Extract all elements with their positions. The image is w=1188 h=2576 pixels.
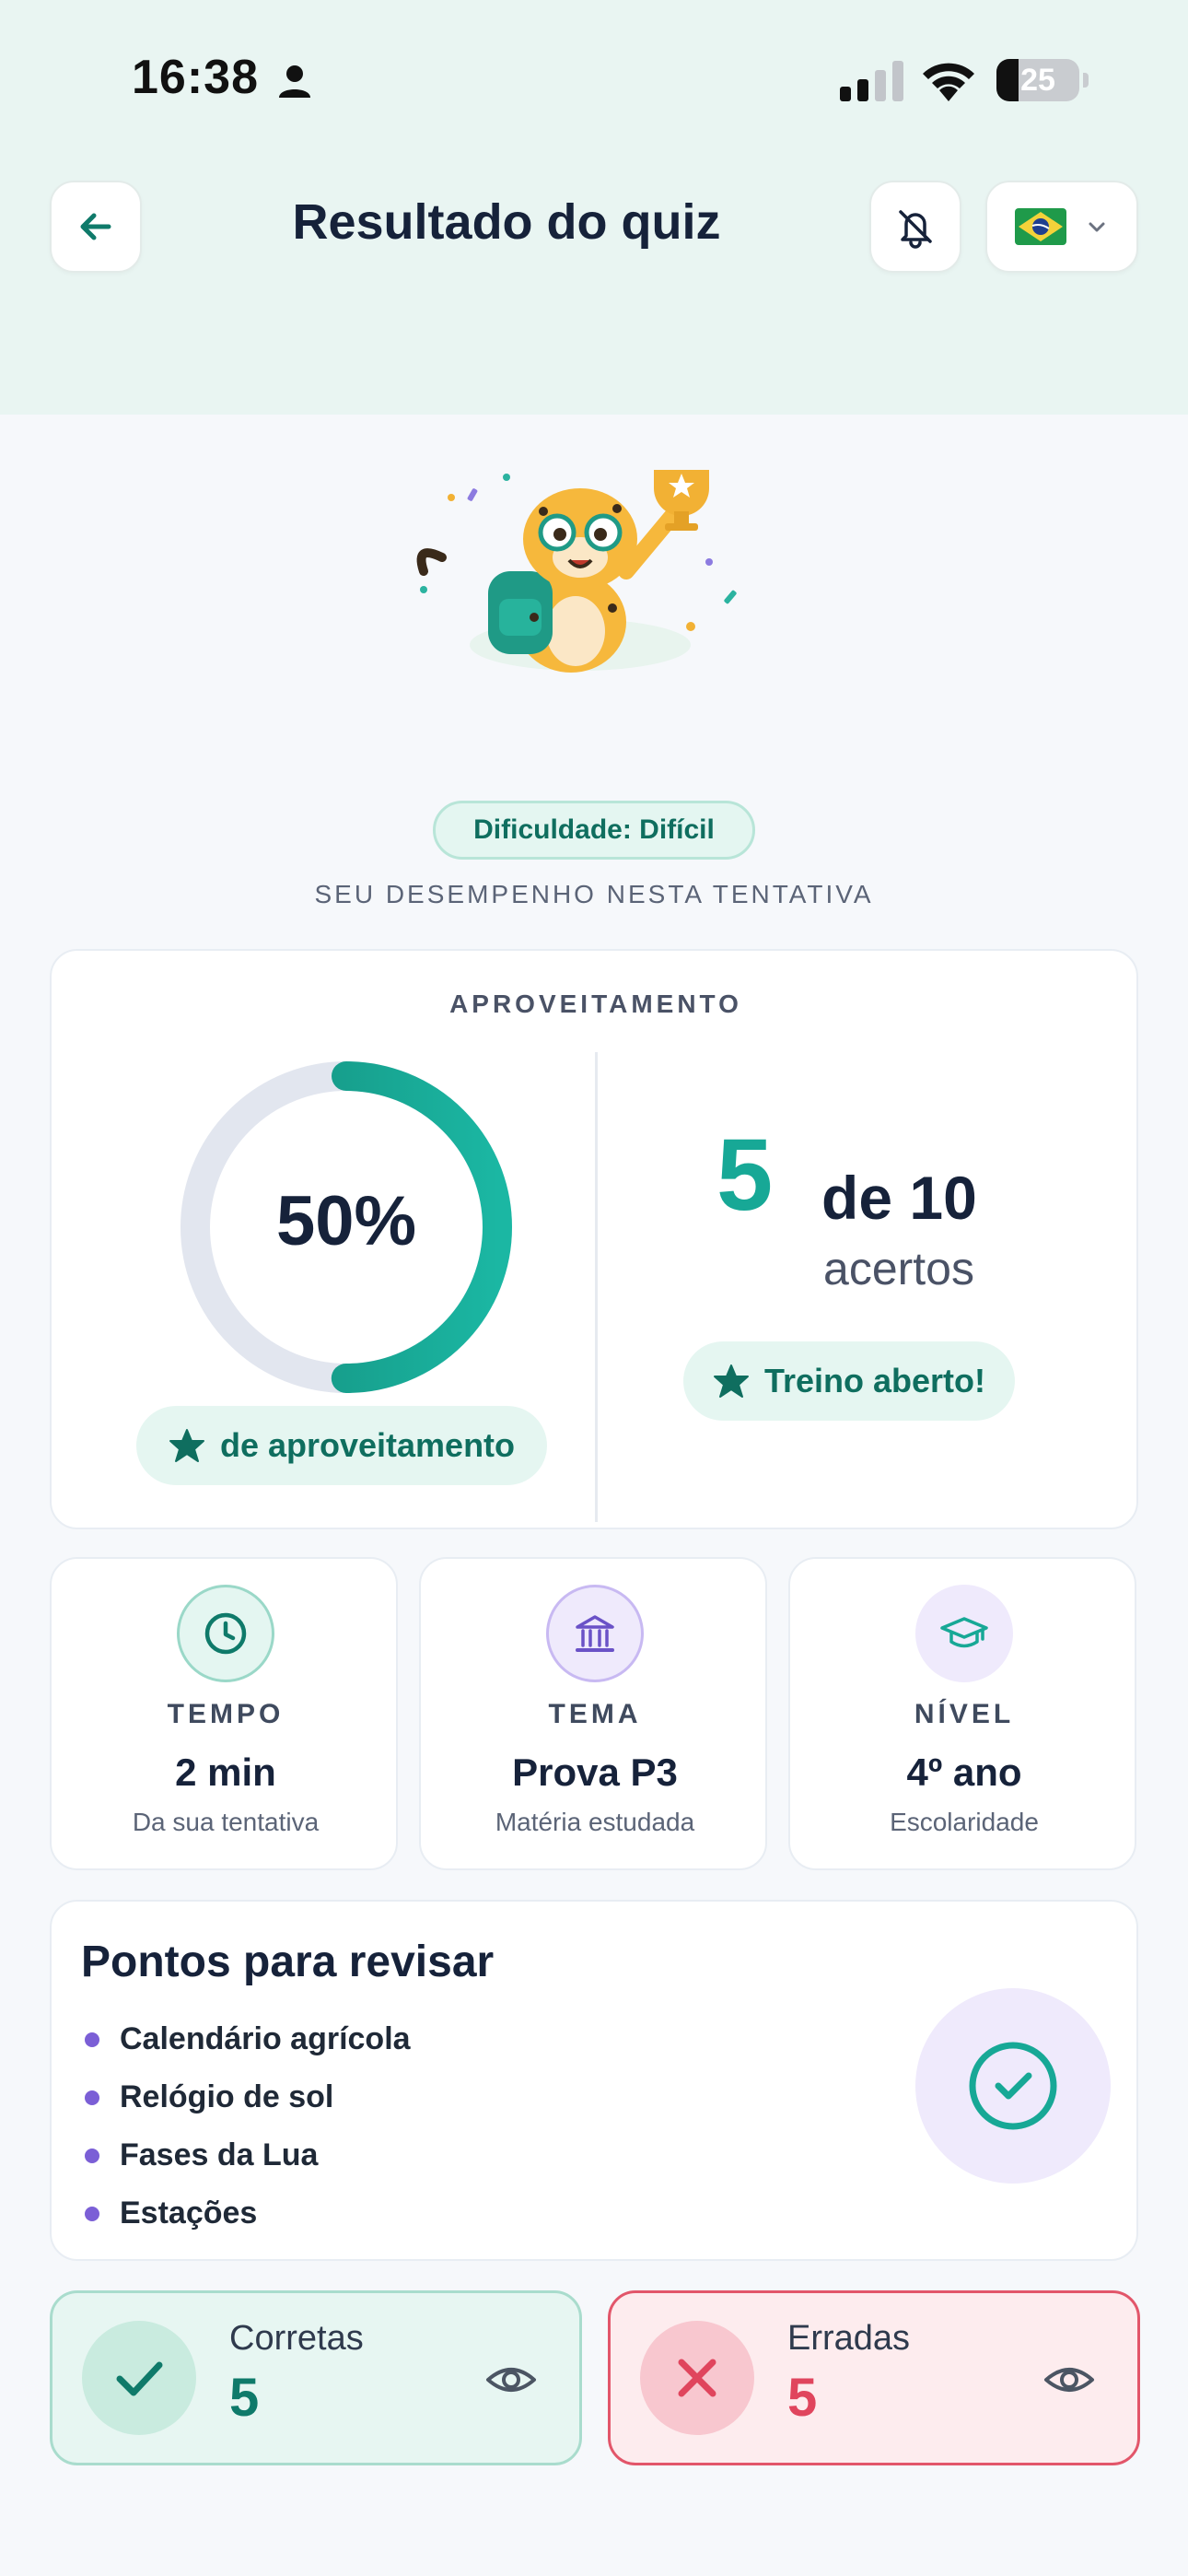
wifi-icon xyxy=(923,63,974,101)
review-card: Pontos para revisar Calendário agrícola … xyxy=(50,1900,1138,2261)
language-selector[interactable] xyxy=(985,181,1138,273)
status-time: 16:38 xyxy=(132,51,259,104)
stat-value: 4º ano xyxy=(906,1751,1022,1794)
stat-caption: Matéria estudada xyxy=(495,1808,695,1836)
check-circle-icon xyxy=(969,2042,1057,2130)
back-button[interactable] xyxy=(50,181,142,273)
notifications-button[interactable] xyxy=(869,181,961,273)
review-list: Calendário agrícola Relógio de sol Fases… xyxy=(81,2010,411,2242)
stat-label: TEMA xyxy=(548,1699,642,1729)
wrong-count-value: 5 xyxy=(787,2368,818,2428)
review-item: Relógio de sol xyxy=(81,2068,411,2126)
difficulty-badge: Dificuldade: Difícil xyxy=(433,801,755,860)
stat-value: 2 min xyxy=(175,1751,276,1794)
correct-unit: acertos xyxy=(823,1243,974,1294)
correct-count-value: 5 xyxy=(229,2368,260,2428)
total-questions: de 10 xyxy=(821,1164,977,1232)
stat-card-topic: TEMA Prova P3 Matéria estudada xyxy=(419,1557,767,1870)
person-icon xyxy=(279,65,310,98)
stat-caption: Escolaridade xyxy=(890,1808,1039,1836)
graduation-cap-icon xyxy=(940,1617,988,1648)
chevron-down-icon xyxy=(1089,222,1105,232)
performance-label: APROVEITAMENTO xyxy=(449,989,742,1018)
review-item: Calendário agrícola xyxy=(81,2010,411,2068)
stat-card-time: TEMPO 2 min Da sua tentativa xyxy=(50,1557,398,1870)
training-status-pill: Treino aberto! xyxy=(683,1341,1015,1421)
battery-level: 25 xyxy=(1020,63,1055,98)
correct-answers-card[interactable]: Corretas 5 xyxy=(50,2290,582,2465)
star-icon xyxy=(169,1429,204,1462)
training-status-label: Treino aberto! xyxy=(763,1362,986,1399)
review-title: Pontos para revisar xyxy=(81,1938,495,1986)
performance-card: APROVEITAMENTO 50% de aproveitamento 5 d… xyxy=(50,949,1138,1529)
correct-label: Corretas xyxy=(229,2319,364,2358)
brazil-flag-icon xyxy=(1015,208,1066,245)
stat-caption: Da sua tentativa xyxy=(132,1808,320,1836)
review-item: Fases da Lua xyxy=(81,2126,411,2184)
page-title: Resultado do quiz xyxy=(292,194,721,250)
percent-pill-label: de aproveitamento xyxy=(219,1426,516,1464)
performance-subtitle: SEU DESEMPENHO NESTA TENTATIVA xyxy=(314,880,874,908)
divider xyxy=(595,1052,598,1522)
status-bar: 16:38 25 xyxy=(0,0,1188,161)
x-icon xyxy=(678,2359,716,2397)
star-icon xyxy=(713,1364,749,1398)
stat-label: NÍVEL xyxy=(914,1699,1015,1729)
eye-icon[interactable] xyxy=(485,2358,537,2402)
correct-count: 5 xyxy=(716,1118,774,1232)
percent-value: 50% xyxy=(275,1182,417,1260)
stat-value: Prova P3 xyxy=(512,1751,678,1794)
wrong-answers-card[interactable]: Erradas 5 xyxy=(608,2290,1140,2465)
battery-icon: 25 xyxy=(996,59,1089,101)
percent-pill: de aproveitamento xyxy=(136,1406,547,1485)
stat-label: TEMPO xyxy=(167,1699,285,1729)
stat-card-level: NÍVEL 4º ano Escolaridade xyxy=(788,1557,1136,1870)
bell-off-icon xyxy=(899,210,932,249)
cheetah-mascot-with-trophy xyxy=(416,470,737,673)
clock-icon xyxy=(204,1612,247,1655)
institution-icon xyxy=(576,1615,614,1652)
review-item: Estações xyxy=(81,2184,411,2242)
wrong-label: Erradas xyxy=(787,2319,911,2358)
check-icon xyxy=(116,2361,163,2396)
signal-icon xyxy=(840,61,903,101)
eye-icon[interactable] xyxy=(1043,2358,1095,2402)
arrow-left-icon xyxy=(80,213,111,240)
